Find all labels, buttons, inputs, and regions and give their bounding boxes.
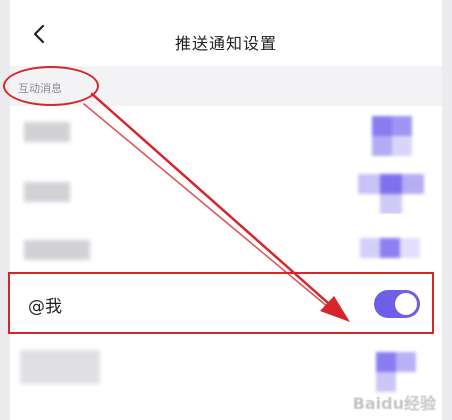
- page-title: 推送通知设置: [174, 34, 277, 53]
- settings-screen: 推送通知设置 互动消息 @我: [10, 0, 442, 420]
- blurred-label: [24, 182, 70, 202]
- blurred-toggle[interactable]: [366, 352, 416, 392]
- annotation-box: [8, 272, 434, 334]
- blurred-label: [24, 240, 90, 260]
- settings-row[interactable]: [10, 214, 442, 274]
- blurred-toggle[interactable]: [358, 174, 424, 214]
- nav-bar: 推送通知设置: [10, 0, 442, 66]
- blurred-toggle[interactable]: [360, 116, 420, 160]
- settings-row[interactable]: [10, 162, 442, 222]
- blurred-label: [20, 350, 100, 384]
- settings-row[interactable]: [10, 106, 442, 166]
- watermark: Baidu经验: [352, 394, 436, 413]
- annotation-ellipse: [3, 66, 99, 106]
- blurred-toggle[interactable]: [360, 228, 420, 268]
- blurred-label: [24, 122, 70, 142]
